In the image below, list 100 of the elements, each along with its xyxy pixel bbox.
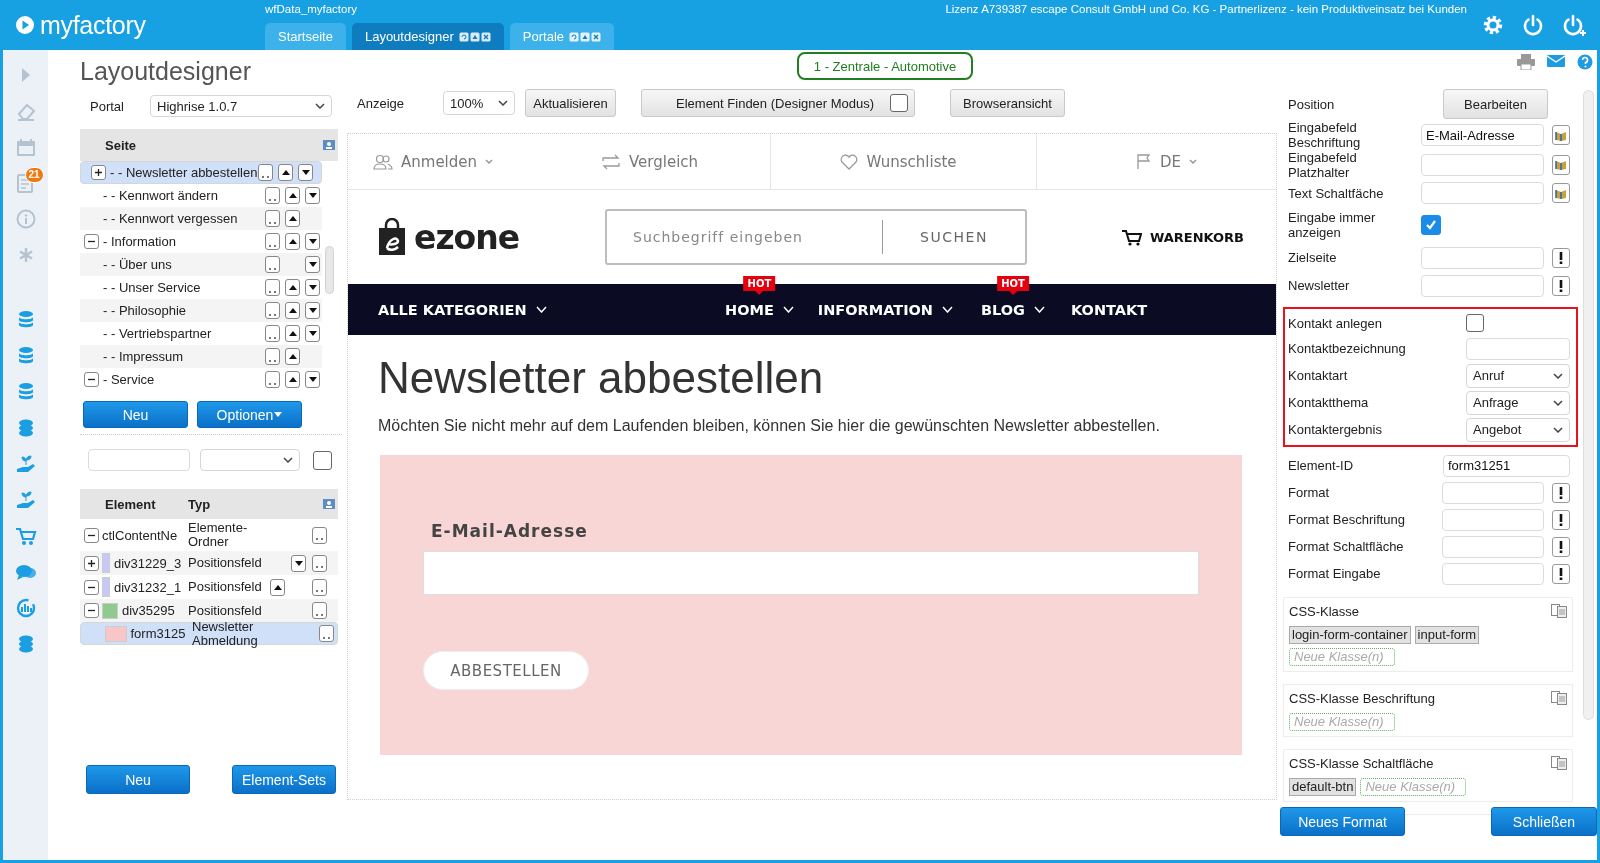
text-field[interactable] [1442, 508, 1544, 531]
move-up-button[interactable] [285, 233, 300, 250]
class-tag[interactable]: input-form [1414, 626, 1480, 644]
checkbox[interactable] [1421, 215, 1441, 235]
printer-icon[interactable] [1517, 54, 1535, 70]
alert-button[interactable] [1552, 509, 1570, 530]
dropdown-select[interactable]: Anruf [1466, 363, 1570, 388]
text-field[interactable] [1466, 337, 1570, 360]
more-button[interactable] [265, 348, 280, 365]
unsubscribe-button[interactable]: ABBESTELLEN [423, 651, 589, 690]
move-down-button[interactable] [305, 256, 320, 273]
top-link[interactable]: Anmelden [373, 152, 601, 171]
new-button[interactable]: Neu [83, 401, 188, 428]
tab-actions-icon[interactable] [458, 31, 491, 42]
scrollbar-thumb[interactable] [325, 246, 334, 294]
more-button[interactable] [265, 279, 280, 296]
element-row[interactable]: div35295 Positionsfeld [80, 599, 338, 622]
portal-select[interactable]: Highrise 1.0.7 [150, 95, 332, 117]
tab[interactable]: Layoutdesigner [351, 23, 504, 50]
copy-icon[interactable] [1551, 756, 1567, 770]
zoom-select[interactable]: 100% [443, 91, 515, 115]
chat-icon[interactable] [14, 562, 37, 582]
move-down-button[interactable] [305, 302, 320, 319]
tree-row[interactable]: - - Über uns [80, 253, 322, 276]
move-down-button[interactable] [305, 371, 320, 388]
more-button[interactable] [319, 625, 334, 642]
tree-row[interactable]: - - Newsletter abbestellen [80, 161, 322, 184]
alert-button[interactable] [1552, 482, 1570, 503]
move-down-button[interactable] [305, 233, 320, 250]
dropdown-select[interactable]: Angebot [1466, 417, 1570, 442]
move-up-button[interactable] [285, 210, 300, 227]
find-checkbox[interactable] [890, 94, 908, 112]
search-field[interactable]: Suchbegriff eingeben [607, 211, 882, 263]
top-link[interactable]: Wunschliste [840, 152, 957, 171]
help-icon[interactable] [1577, 54, 1593, 70]
chart-icon[interactable] [14, 598, 37, 618]
power-icon[interactable] [1521, 13, 1545, 37]
more-button[interactable] [265, 233, 280, 250]
more-button[interactable] [312, 554, 327, 572]
options-button[interactable]: Optionen [197, 401, 302, 428]
power-plus-icon[interactable] [1561, 13, 1587, 37]
text-field[interactable] [1421, 274, 1544, 297]
more-button[interactable] [265, 371, 280, 388]
copy-icon[interactable] [1551, 691, 1567, 705]
refresh-button[interactable]: Aktualisieren [525, 89, 616, 117]
new-button[interactable]: Neu [86, 765, 190, 794]
text-field[interactable] [1442, 535, 1544, 558]
cart-link[interactable]: WARENKORB [1121, 228, 1244, 246]
move-down-button[interactable] [305, 279, 320, 296]
move-up-button[interactable] [285, 348, 300, 365]
alert-button[interactable] [1552, 247, 1570, 268]
nav-link[interactable]: ALLE KATEGORIEN [378, 301, 547, 318]
class-tag[interactable]: login-form-container [1289, 626, 1411, 644]
top-link[interactable]: DE [1136, 152, 1197, 171]
text-field[interactable]: form31251 [1443, 454, 1570, 477]
translate-button[interactable] [1552, 125, 1570, 145]
collapse-toggle[interactable] [83, 372, 99, 387]
find-element-button[interactable]: Element Finden (Designer Modus) [641, 89, 915, 117]
filter-checkbox[interactable] [313, 450, 332, 470]
tab-actions-icon[interactable] [569, 31, 602, 42]
move-down-button[interactable] [305, 187, 320, 204]
move-up-button[interactable] [285, 302, 300, 319]
tree-row[interactable]: - - Philosophie [80, 299, 322, 322]
translate-button[interactable] [1552, 154, 1570, 175]
export-icon[interactable] [323, 498, 335, 510]
tree-row[interactable]: - - Kennwort vergessen [80, 207, 322, 230]
text-field[interactable] [1421, 153, 1544, 176]
more-button[interactable] [265, 325, 280, 342]
alert-button[interactable] [1552, 563, 1570, 584]
text-field[interactable] [1442, 562, 1544, 585]
move-up-button[interactable] [285, 325, 300, 342]
dropdown-select[interactable]: Anfrage [1466, 390, 1570, 415]
scrollbar[interactable] [1583, 90, 1594, 720]
nav-link[interactable]: HOME [725, 301, 794, 318]
nav-link[interactable]: INFORMATION [817, 301, 953, 318]
move-down-button[interactable] [298, 164, 313, 181]
more-button[interactable] [312, 578, 327, 596]
collapse-toggle[interactable] [83, 603, 99, 618]
element-row[interactable]: div31229_3 Positionsfeld [80, 551, 338, 575]
more-button[interactable] [312, 526, 327, 544]
expand-toggle[interactable] [90, 165, 106, 180]
more-button[interactable] [312, 602, 327, 619]
tree-row[interactable]: - - Impressum [80, 345, 322, 368]
move-up-button[interactable] [285, 187, 300, 204]
collapse-toggle[interactable] [83, 579, 99, 595]
move-down-button[interactable] [305, 325, 320, 342]
alert-button[interactable] [1552, 275, 1570, 296]
text-field[interactable]: E-Mail-Adresse [1421, 124, 1544, 146]
more-button[interactable] [265, 210, 280, 227]
more-button[interactable] [265, 256, 280, 273]
text-field[interactable] [1442, 481, 1544, 504]
edit-button[interactable]: Bearbeiten [1443, 89, 1548, 119]
cart-icon[interactable] [14, 526, 37, 546]
checkbox[interactable] [1466, 314, 1484, 332]
email-field[interactable] [423, 551, 1199, 595]
move-up-button[interactable] [278, 164, 293, 181]
collapse-toggle[interactable] [83, 527, 99, 543]
nav-link[interactable]: KONTAKT [1071, 301, 1148, 318]
text-field[interactable] [1421, 182, 1544, 204]
filter-field[interactable] [88, 449, 190, 471]
